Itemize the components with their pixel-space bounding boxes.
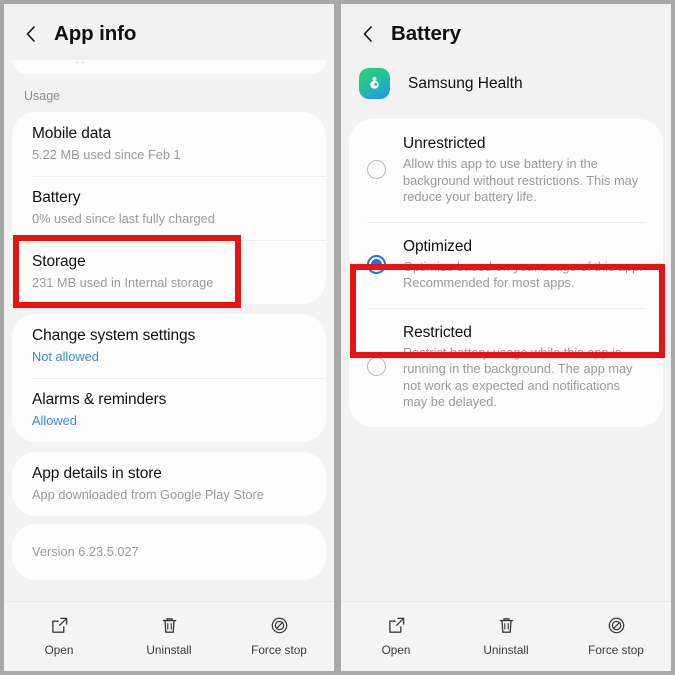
button-label: Uninstall <box>146 643 192 657</box>
radio-optimized[interactable] <box>367 254 386 274</box>
radio-restricted[interactable] <box>367 357 386 376</box>
option-unrestricted[interactable]: Unrestricted Allow this app to use batte… <box>349 119 663 222</box>
row-title: Storage <box>32 253 86 270</box>
battery-bottom-bar: Open Uninstall Force stop <box>341 601 671 671</box>
row-app-details-in-store[interactable]: App details in store App downloaded from… <box>12 452 326 516</box>
open-button[interactable]: Open <box>4 614 114 657</box>
button-label: Uninstall <box>483 643 529 657</box>
row-mobile-data[interactable]: Mobile data 5.22 MB used since Feb 1 <box>12 112 326 176</box>
button-label: Force stop <box>251 643 307 657</box>
radio-unrestricted[interactable] <box>367 160 386 180</box>
page-title: Battery <box>391 22 461 45</box>
option-optimized[interactable]: Optimized Optimize based on your usage o… <box>349 221 663 308</box>
option-text: Unrestricted Allow this app to use batte… <box>403 134 645 206</box>
row-change-system-settings[interactable]: Change system settings Not allowed <box>12 314 326 378</box>
page-title: App info <box>54 22 137 45</box>
app-name: Samsung Health <box>408 74 523 92</box>
clipped-card-text: .. <box>76 60 88 65</box>
row-title: Battery <box>32 189 81 206</box>
trash-icon <box>495 614 517 636</box>
row-status: Not allowed <box>32 349 99 364</box>
app-info-scroll-area[interactable]: .. Usage Mobile data 5.22 MB used since … <box>4 60 334 601</box>
option-title: Optimized <box>403 237 472 255</box>
samsung-health-icon <box>359 68 390 99</box>
usage-card: Mobile data 5.22 MB used since Feb 1 Bat… <box>12 112 326 304</box>
option-text: Optimized Optimize based on your usage o… <box>403 237 645 292</box>
button-label: Force stop <box>588 643 644 657</box>
row-title: Change system settings <box>32 327 196 344</box>
force-stop-button[interactable]: Force stop <box>224 614 334 657</box>
option-title: Unrestricted <box>403 135 486 152</box>
option-text: Restricted Restrict battery usage while … <box>403 323 645 411</box>
open-external-icon <box>385 614 407 636</box>
open-button[interactable]: Open <box>341 614 451 657</box>
row-title: App details in store <box>32 465 162 482</box>
row-subtitle: 5.22 MB used since Feb 1 <box>32 147 181 162</box>
option-description: Restrict battery usage while this app is… <box>403 344 633 410</box>
button-label: Open <box>44 643 74 657</box>
panel-divider <box>334 4 341 671</box>
chevron-left-icon[interactable] <box>357 23 379 45</box>
row-subtitle: 0% used since last fully charged <box>32 211 215 226</box>
app-info-bottom-bar: Open Uninstall Force stop <box>4 601 334 671</box>
row-battery[interactable]: Battery 0% used since last fully charged <box>12 176 326 240</box>
uninstall-button[interactable]: Uninstall <box>114 614 224 657</box>
app-info-screen: App info .. Usage Mobile data 5.22 MB us… <box>4 4 334 671</box>
row-subtitle: App downloaded from Google Play Store <box>32 487 264 502</box>
option-title: Restricted <box>403 323 472 341</box>
force-stop-icon <box>605 614 627 636</box>
chevron-left-icon[interactable] <box>20 23 42 45</box>
version-card: Version 6.23.5.027 <box>12 524 326 580</box>
open-external-icon <box>48 614 70 636</box>
trash-icon <box>158 614 180 636</box>
battery-options-area: Unrestricted Allow this app to use batte… <box>341 119 671 601</box>
battery-settings-screen: Battery Samsung Health Unrestricted Allo… <box>341 4 671 671</box>
row-alarms-reminders[interactable]: Alarms & reminders Allowed <box>12 378 326 442</box>
uninstall-button[interactable]: Uninstall <box>451 614 561 657</box>
usage-section-label: Usage <box>24 89 61 103</box>
store-card: App details in store App downloaded from… <box>12 452 326 516</box>
row-status: Allowed <box>32 413 77 428</box>
row-title: Alarms & reminders <box>32 391 167 408</box>
option-restricted[interactable]: Restricted Restrict battery usage while … <box>349 307 663 427</box>
permissions-card: Change system settings Not allowed Alarm… <box>12 314 326 442</box>
clipped-card-above[interactable]: .. <box>12 60 326 74</box>
battery-usage-options-card: Unrestricted Allow this app to use batte… <box>349 119 663 427</box>
row-storage[interactable]: Storage 231 MB used in Internal storage <box>12 240 326 304</box>
version-text: Version 6.23.5.027 <box>32 544 139 559</box>
dual-screenshot-container: App info .. Usage Mobile data 5.22 MB us… <box>0 0 675 675</box>
force-stop-icon <box>268 614 290 636</box>
option-description: Optimize based on your usage of this app… <box>403 258 643 291</box>
battery-header: Battery <box>341 4 671 60</box>
row-subtitle: 231 MB used in Internal storage <box>32 275 214 290</box>
app-identity-row: Samsung Health <box>341 60 671 119</box>
option-description: Allow this app to use battery in the bac… <box>403 156 639 204</box>
app-info-header: App info <box>4 4 334 60</box>
button-label: Open <box>381 643 411 657</box>
row-title: Mobile data <box>32 125 112 142</box>
force-stop-button[interactable]: Force stop <box>561 614 671 657</box>
